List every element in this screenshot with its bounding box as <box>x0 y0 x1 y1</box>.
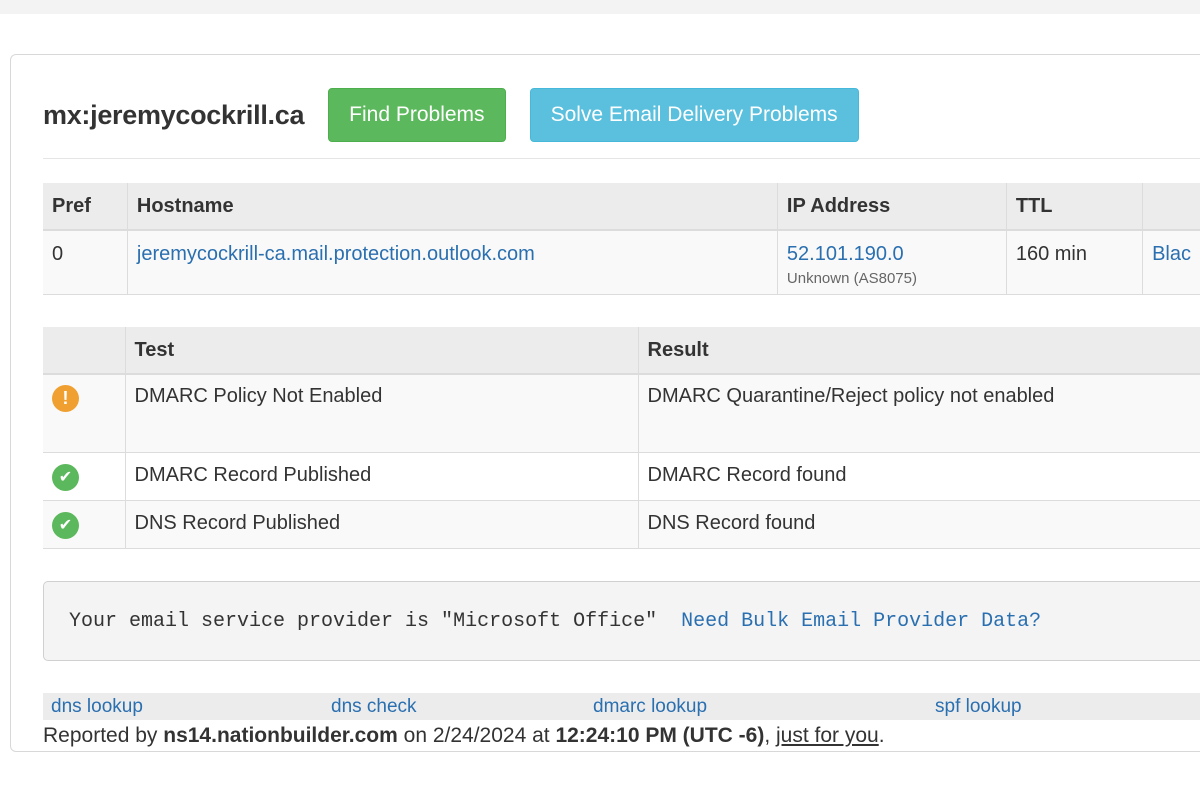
exclamation-icon: ! <box>52 385 79 412</box>
email-provider-text: Your email service provider is "Microsof… <box>69 609 658 633</box>
test-table-header-row: Test Result <box>43 327 1200 375</box>
email-provider-box: Your email service provider is "Microsof… <box>43 581 1200 661</box>
column-header-ttl: TTL <box>1006 183 1144 231</box>
column-header-extra <box>1142 183 1200 231</box>
hostname-link[interactable]: jeremycockrill-ca.mail.protection.outloo… <box>137 243 535 265</box>
column-header-status <box>43 327 126 375</box>
test-name-cell: DMARC Policy Not Enabled <box>125 374 639 453</box>
column-header-ip-address: IP Address <box>777 183 1007 231</box>
column-header-test: Test <box>125 327 639 375</box>
header-divider <box>43 158 1200 159</box>
column-header-result: Result <box>638 327 1200 375</box>
test-name-cell: DNS Record Published <box>125 500 639 549</box>
spf-lookup-link[interactable]: spf lookup <box>935 696 1022 718</box>
mx-table-header-row: Pref Hostname IP Address TTL <box>43 183 1200 231</box>
test-result-cell: DNS Record found <box>638 500 1200 549</box>
test-results-table: Test Result ! DMARC Policy Not Enabled D… <box>43 327 1200 549</box>
column-header-hostname: Hostname <box>127 183 778 231</box>
reported-period: . <box>878 724 885 747</box>
mx-records-table: Pref Hostname IP Address TTL 0 jeremycoc… <box>43 183 1200 295</box>
test-name-cell: DMARC Record Published <box>125 452 639 501</box>
table-row: ✔ DMARC Record Published DMARC Record fo… <box>43 452 1200 501</box>
test-result-cell: DMARC Quarantine/Reject policy not enabl… <box>638 374 1200 453</box>
ttl-cell: 160 min <box>1006 230 1144 295</box>
top-bar <box>0 0 1200 14</box>
blacklist-cell: Blac <box>1142 230 1200 295</box>
reporting-server: ns14.nationbuilder.com <box>163 724 398 747</box>
dmarc-lookup-link[interactable]: dmarc lookup <box>593 696 707 718</box>
ip-asn-label: Unknown (AS8075) <box>786 270 917 287</box>
table-row: 0 jeremycockrill-ca.mail.protection.outl… <box>43 230 1200 295</box>
checkmark-icon: ✔ <box>52 463 79 491</box>
blacklist-link[interactable]: Blac <box>1152 243 1191 265</box>
status-cell: ✔ <box>43 500 126 549</box>
reported-comma: , <box>764 724 777 747</box>
dns-check-link[interactable]: dns check <box>331 696 417 718</box>
reported-prefix: Reported by <box>43 724 164 747</box>
table-row: ✔ DNS Record Published DNS Record found <box>43 500 1200 549</box>
page-title: mx:jeremycockrill.ca <box>43 99 305 130</box>
status-cell: ✔ <box>43 452 126 501</box>
just-for-you-link[interactable]: just for you <box>776 724 879 747</box>
ip-address-cell: 52.101.190.0 Unknown (AS8075) <box>777 230 1007 295</box>
page-header: mx:jeremycockrill.ca Find Problems Solve… <box>43 88 859 142</box>
table-row: ! DMARC Policy Not Enabled DMARC Quarant… <box>43 374 1200 453</box>
checkmark-icon: ✔ <box>52 511 79 539</box>
reported-time: 12:24:10 PM (UTC -6) <box>555 724 765 747</box>
bulk-email-provider-link[interactable]: Need Bulk Email Provider Data? <box>681 610 1041 633</box>
dns-lookup-link[interactable]: dns lookup <box>51 696 143 718</box>
footer-links-bar: dns lookup dns check dmarc lookup spf lo… <box>43 693 1200 720</box>
ip-address-link[interactable]: 52.101.190.0 <box>787 243 904 265</box>
hostname-cell: jeremycockrill-ca.mail.protection.outloo… <box>127 230 778 295</box>
reported-by-line: Reported by ns14.nationbuilder.com on 2/… <box>43 724 885 748</box>
reported-date: on 2/24/2024 at <box>397 724 556 747</box>
solve-email-delivery-button[interactable]: Solve Email Delivery Problems <box>529 88 859 142</box>
test-result-cell: DMARC Record found <box>638 452 1200 501</box>
pref-cell: 0 <box>43 230 128 295</box>
find-problems-button[interactable]: Find Problems <box>328 88 506 142</box>
status-cell: ! <box>43 374 126 453</box>
column-header-pref: Pref <box>43 183 128 231</box>
